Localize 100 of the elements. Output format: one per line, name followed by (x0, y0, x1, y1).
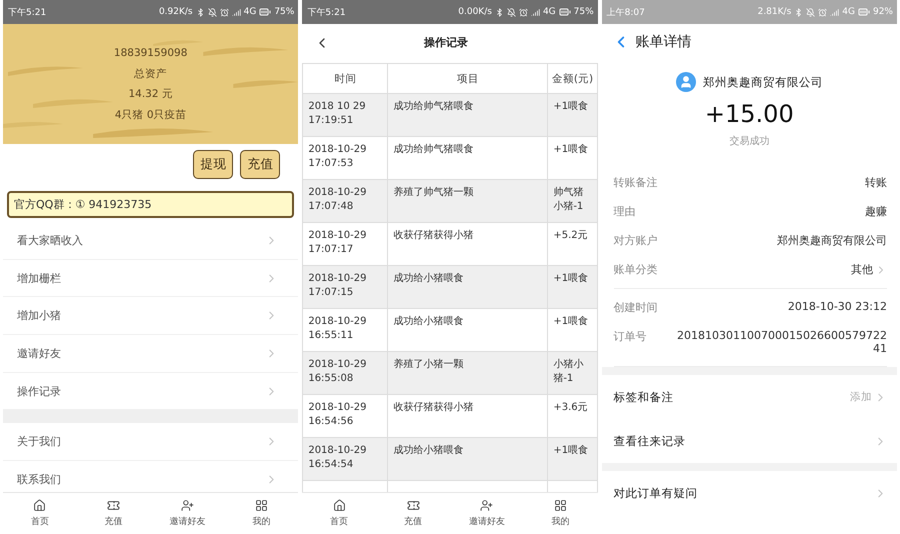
table-cell: 2018-10-29 17:07:15 (302, 266, 388, 308)
table-cell: +1喂食 (548, 136, 598, 180)
home-icon (332, 499, 346, 512)
battery-icon (558, 6, 571, 18)
action-value: 添加 (850, 390, 887, 404)
menu-item[interactable]: 增加小猪 (3, 297, 298, 336)
withdraw-button[interactable]: 提现 (193, 150, 234, 179)
detail-value: 转账 (864, 175, 887, 190)
alarm-icon (818, 8, 828, 16)
detail-label: 创建时间 (614, 300, 658, 315)
signal-icon (530, 8, 540, 16)
action-row[interactable]: 对此订单有疑问 (602, 471, 897, 515)
table-cell: 收获仔猪获得小猪 (388, 222, 548, 266)
transaction-amount: +15.00 (704, 100, 795, 128)
grid-icon (554, 499, 568, 512)
mute-icon (208, 8, 217, 16)
detail-label: 理由 (614, 204, 636, 219)
detail-value: 郑州奥趣商贸有限公司 (776, 233, 887, 248)
battery-level: 75% (574, 7, 594, 17)
table-cell: 2018-10-29 17:07:53 (302, 136, 388, 180)
table-cell: 成功给小猪喂食 (388, 438, 548, 480)
grid-icon (254, 499, 268, 512)
pig-count: 4只猪 0只疫苗 (114, 110, 187, 120)
status-time: 下午5:21 (307, 6, 346, 18)
table-cell: 成功给帅气猪喂食 (388, 94, 548, 136)
action-row[interactable]: 查看往来记录 (602, 419, 897, 463)
detail-label: 订单号 (614, 329, 647, 344)
network-speed: 0.00K/s (458, 7, 492, 17)
menu-item[interactable]: 看大家晒收入 (3, 222, 298, 260)
recharge-button[interactable]: 充值 (240, 150, 280, 179)
detail-label: 转账备注 (614, 175, 658, 190)
battery-level: 92% (872, 7, 893, 17)
transaction-status: 交易成功 (728, 134, 770, 148)
action-row[interactable]: 标签和备注 添加 (602, 375, 897, 419)
detail-label: 对方账户 (614, 233, 658, 248)
tab[interactable]: 首页 (302, 493, 376, 534)
menu-item[interactable]: 增加栅栏 (3, 260, 298, 298)
table-cell: 成功给小猪喂食 (388, 308, 548, 352)
table-cell: 2018-10-29 16:55:08 (302, 352, 388, 394)
phone-number: 18839159098 (114, 48, 188, 58)
tab[interactable]: 邀请好友 (150, 493, 224, 534)
table-cell: 2018 10 29 17:19:51 (302, 94, 388, 136)
alarm-icon (220, 8, 229, 16)
page-title: 账单详情 (636, 33, 692, 51)
menu-item[interactable]: 邀请好友 (3, 335, 298, 373)
battery-icon (259, 6, 272, 18)
tab[interactable]: 充值 (76, 493, 151, 534)
ticket-icon (406, 499, 420, 512)
table-cell: 成功给帅气猪喂食 (388, 136, 548, 180)
network-speed: 2.81K/s (758, 7, 792, 17)
avatar-icon (676, 72, 696, 92)
tab[interactable]: 我的 (224, 493, 298, 534)
table-cell: 2018-10-29 16:54:56 (302, 394, 388, 438)
network-type: 4G (244, 7, 256, 17)
user-plus-icon (480, 499, 494, 512)
total-assets-amount: 14.32 元 (128, 89, 173, 100)
bluetooth-icon (494, 8, 504, 16)
alarm-icon (518, 8, 528, 16)
table-cell: 成功给小猪喂食 (388, 266, 548, 308)
table-cell: 2018-10-29 17:07:48 (302, 180, 388, 222)
status-time: 上午8:07 (606, 6, 645, 18)
payer-name: 郑州奥趣商贸有限公司 (702, 74, 823, 90)
ticket-icon (107, 499, 120, 512)
signal-icon (232, 8, 241, 16)
page-title: 操作记录 (422, 35, 469, 50)
detail-value: 20181030110070001502660057972241 (676, 329, 887, 355)
detail-label: 账单分类 (614, 262, 658, 277)
table-cell: +1喂食 (548, 94, 598, 136)
network-type: 4G (842, 7, 855, 17)
qq-group-notice: 官方QQ群：① 941923735 (7, 191, 294, 218)
tab[interactable]: 我的 (524, 493, 598, 534)
table-cell: +5.2元 (548, 222, 598, 266)
battery-level: 75% (274, 7, 294, 17)
total-assets-label: 总资产 (134, 68, 168, 79)
table-cell: 收获仔猪获得小猪 (388, 394, 548, 438)
table-cell: 帅气猪小猪-1 (548, 180, 598, 222)
table-cell: +1喂食 (548, 308, 598, 352)
bluetooth-icon (196, 8, 205, 16)
tab[interactable]: 首页 (3, 493, 77, 534)
user-plus-icon (181, 499, 194, 512)
status-time: 下午5:21 (8, 6, 46, 18)
menu-item[interactable]: 关于我们 (3, 423, 298, 462)
home-icon (33, 499, 46, 512)
detail-value: 2018-10-30 23:12 (788, 300, 887, 313)
network-type: 4G (542, 7, 556, 17)
detail-value: 趣赚 (864, 204, 887, 219)
table-cell: 2018-10-29 16:54:54 (302, 438, 388, 480)
battery-icon (858, 6, 870, 18)
network-speed: 0.92K/s (158, 7, 193, 17)
column-header: 项目 (388, 64, 548, 94)
table-cell: +1喂食 (548, 438, 598, 480)
mute-icon (806, 8, 816, 16)
table-cell: 小猪小猪-1 (548, 352, 598, 394)
detail-link[interactable]: 其他 (850, 262, 887, 277)
table-cell: +3.6元 (548, 394, 598, 438)
tab[interactable]: 充值 (376, 493, 450, 534)
table-cell: +1喂食 (548, 266, 598, 308)
table-cell: 养殖了帅气猪一颗 (388, 180, 548, 222)
column-header: 时间 (302, 64, 388, 94)
tab[interactable]: 邀请好友 (450, 493, 524, 534)
